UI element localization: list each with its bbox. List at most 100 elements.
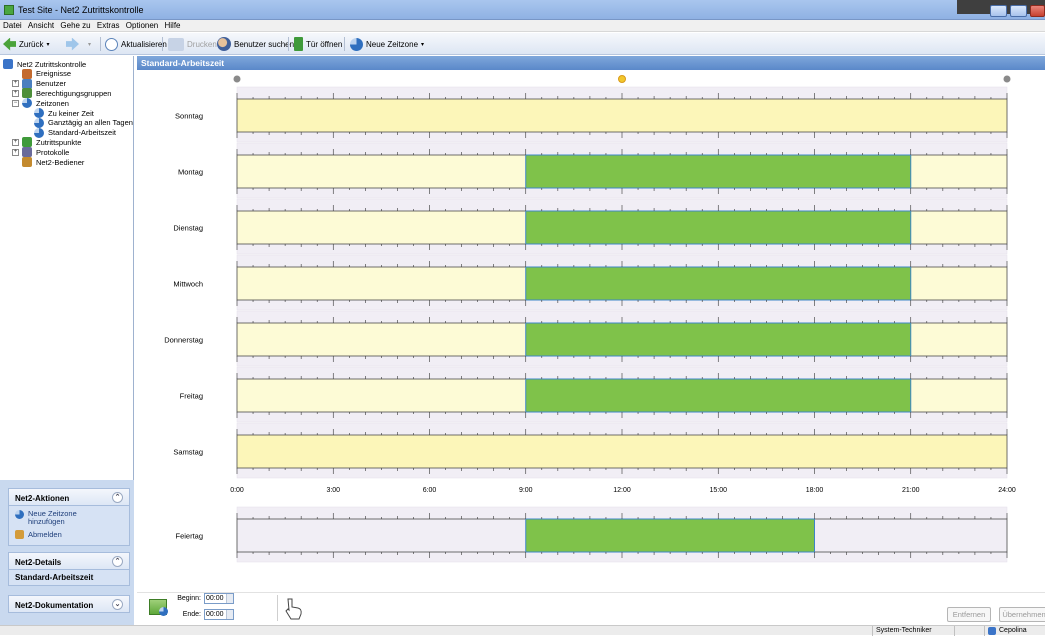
title-bar: Test Site - Net2 Zutrittskontrolle xyxy=(0,0,1045,20)
axis-tick-label: 15:00 xyxy=(709,487,727,494)
tree-item-label: Zutrittspunkte xyxy=(36,137,82,147)
expand-icon[interactable]: + xyxy=(12,138,19,146)
night-marker-icon xyxy=(1003,75,1011,83)
docs-panel-header[interactable]: Net2-Dokumentation ⌄ xyxy=(8,595,130,613)
new-timezone-label: Neue Zeitzone xyxy=(366,39,419,49)
access-period[interactable] xyxy=(525,378,912,413)
begin-time-input[interactable]: 00:00 xyxy=(204,593,234,604)
forward-dropdown-icon: ▾ xyxy=(88,41,92,48)
tree-item[interactable]: + Protokolle xyxy=(12,147,69,158)
clock-icon xyxy=(350,37,363,51)
refresh-button[interactable]: Aktualisieren xyxy=(105,36,167,52)
toolbar: Zurück ▾ ▾ Aktualisieren Drucken Benutze… xyxy=(0,33,1045,55)
logout-icon xyxy=(15,530,24,539)
apply-button[interactable]: Übernehmen xyxy=(999,607,1045,622)
tree-item[interactable]: + Zutrittspunkte xyxy=(12,137,82,148)
sun-icon xyxy=(618,75,626,83)
end-label: Ende: xyxy=(182,611,201,618)
back-arrow-icon xyxy=(3,37,16,51)
new-timezone-link[interactable]: Neue Zeitzone hinzufügen xyxy=(15,510,98,526)
day-bar[interactable] xyxy=(236,434,1008,469)
tree-item[interactable]: Ganztägig an allen Tagen xyxy=(34,117,133,128)
day-label-6: Samstag xyxy=(173,448,203,457)
pointer-hand-icon[interactable] xyxy=(283,597,305,621)
toolbar-separator xyxy=(100,37,101,51)
axis-tick-label: 6:00 xyxy=(423,487,437,494)
tree-item-label: Net2-Bediener xyxy=(36,157,85,167)
open-door-label: Tür öffnen xyxy=(306,39,343,49)
tree-item[interactable]: Zu keiner Zeit xyxy=(34,108,94,118)
maximize-button[interactable] xyxy=(1010,5,1027,17)
day-label-5: Freitag xyxy=(180,392,203,401)
tree-item[interactable]: + Berechtigungsgruppen xyxy=(12,88,111,99)
menu-datei[interactable]: Datei xyxy=(3,20,22,32)
print-button[interactable]: Drucken xyxy=(168,36,217,52)
day-label-3: Mittwoch xyxy=(173,280,203,289)
printer-icon xyxy=(168,37,184,51)
access-period[interactable] xyxy=(525,322,912,357)
toolbar-separator xyxy=(162,37,163,51)
panel-separator xyxy=(277,595,278,621)
collapse-chevron-icon[interactable]: ⌃ xyxy=(112,556,123,567)
find-user-button[interactable]: Benutzer suchen xyxy=(217,36,294,52)
expand-icon[interactable]: + xyxy=(12,148,19,156)
open-door-button[interactable]: Tür öffnen xyxy=(294,36,342,52)
refresh-label: Aktualisieren xyxy=(121,39,167,49)
details-value: Standard-Arbeitszeit xyxy=(15,573,94,582)
close-button[interactable] xyxy=(1030,5,1045,17)
access-period[interactable] xyxy=(525,210,912,245)
expand-icon[interactable]: + xyxy=(12,80,19,88)
day-bar[interactable] xyxy=(236,98,1008,133)
tree-item-label: Net2 Zutrittskontrolle xyxy=(17,59,87,69)
logout-link[interactable]: Abmelden xyxy=(15,530,62,539)
report-icon xyxy=(22,147,32,158)
collapse-chevron-icon[interactable]: ⌃ xyxy=(112,492,123,503)
refresh-icon xyxy=(105,37,118,51)
day-label-1: Montag xyxy=(178,168,203,177)
actions-panel-title: Net2-Aktionen xyxy=(15,494,70,503)
menu-optionen[interactable]: Optionen xyxy=(126,20,158,32)
door-icon xyxy=(294,37,303,51)
menu-gehe-zu[interactable]: Gehe zu xyxy=(60,20,90,32)
print-label: Drucken xyxy=(187,39,217,49)
begin-label: Beginn: xyxy=(177,595,201,602)
tree-item[interactable]: Net2 Zutrittskontrolle xyxy=(3,59,86,69)
tree-item[interactable]: Net2-Bediener xyxy=(22,157,84,167)
collapse-icon[interactable]: − xyxy=(12,99,19,107)
new-timezone-button[interactable]: Neue Zeitzone ▾ xyxy=(350,36,424,52)
minimize-button[interactable] xyxy=(990,5,1007,17)
menu-ansicht[interactable]: Ansicht xyxy=(28,20,54,32)
forward-button[interactable]: ▾ xyxy=(66,36,91,52)
end-row: Ende: 00:00 xyxy=(173,609,234,620)
groups-icon xyxy=(22,88,32,99)
tree-item[interactable]: − Zeitzonen xyxy=(12,98,69,109)
axis-tick-label: 18:00 xyxy=(806,487,824,494)
day-label-4: Donnerstag xyxy=(164,336,203,345)
tree-item[interactable]: Standard-Arbeitszeit xyxy=(34,127,116,138)
back-label: Zurück xyxy=(19,39,44,49)
access-period[interactable] xyxy=(525,266,912,301)
expand-chevron-icon[interactable]: ⌄ xyxy=(112,599,123,610)
access-period[interactable] xyxy=(525,518,815,553)
access-period[interactable] xyxy=(525,154,912,189)
end-time-input[interactable]: 00:00 xyxy=(204,609,234,620)
tree-item[interactable]: + Benutzer xyxy=(12,78,66,89)
door-icon xyxy=(22,137,32,148)
remove-button[interactable]: Entfernen xyxy=(947,607,991,622)
menu-hilfe[interactable]: Hilfe xyxy=(164,20,180,32)
tree-item-label: Ereignisse xyxy=(36,69,72,79)
expand-icon[interactable]: + xyxy=(12,89,19,97)
tree-item-label: Zu keiner Zeit xyxy=(48,108,94,118)
menu-extras[interactable]: Extras xyxy=(97,20,120,32)
status-user-label: Cepolina xyxy=(999,627,1027,634)
logout-link-label: Abmelden xyxy=(28,530,62,539)
schedule-chart: Sonntag Montag Dienstag Mittwoch Donnerstag F… xyxy=(164,75,1016,563)
app-icon xyxy=(4,5,14,15)
actions-panel-header[interactable]: Net2-Aktionen ⌃ xyxy=(8,488,130,506)
back-button[interactable]: Zurück ▾ xyxy=(3,36,49,52)
details-panel-header[interactable]: Net2-Details ⌃ xyxy=(8,552,130,570)
actions-panel-body: Neue Zeitzone hinzufügen Abmelden xyxy=(8,506,130,546)
clock-icon xyxy=(22,98,32,109)
tree-item[interactable]: Ereignisse xyxy=(22,68,72,79)
toolbar-separator xyxy=(288,37,289,51)
